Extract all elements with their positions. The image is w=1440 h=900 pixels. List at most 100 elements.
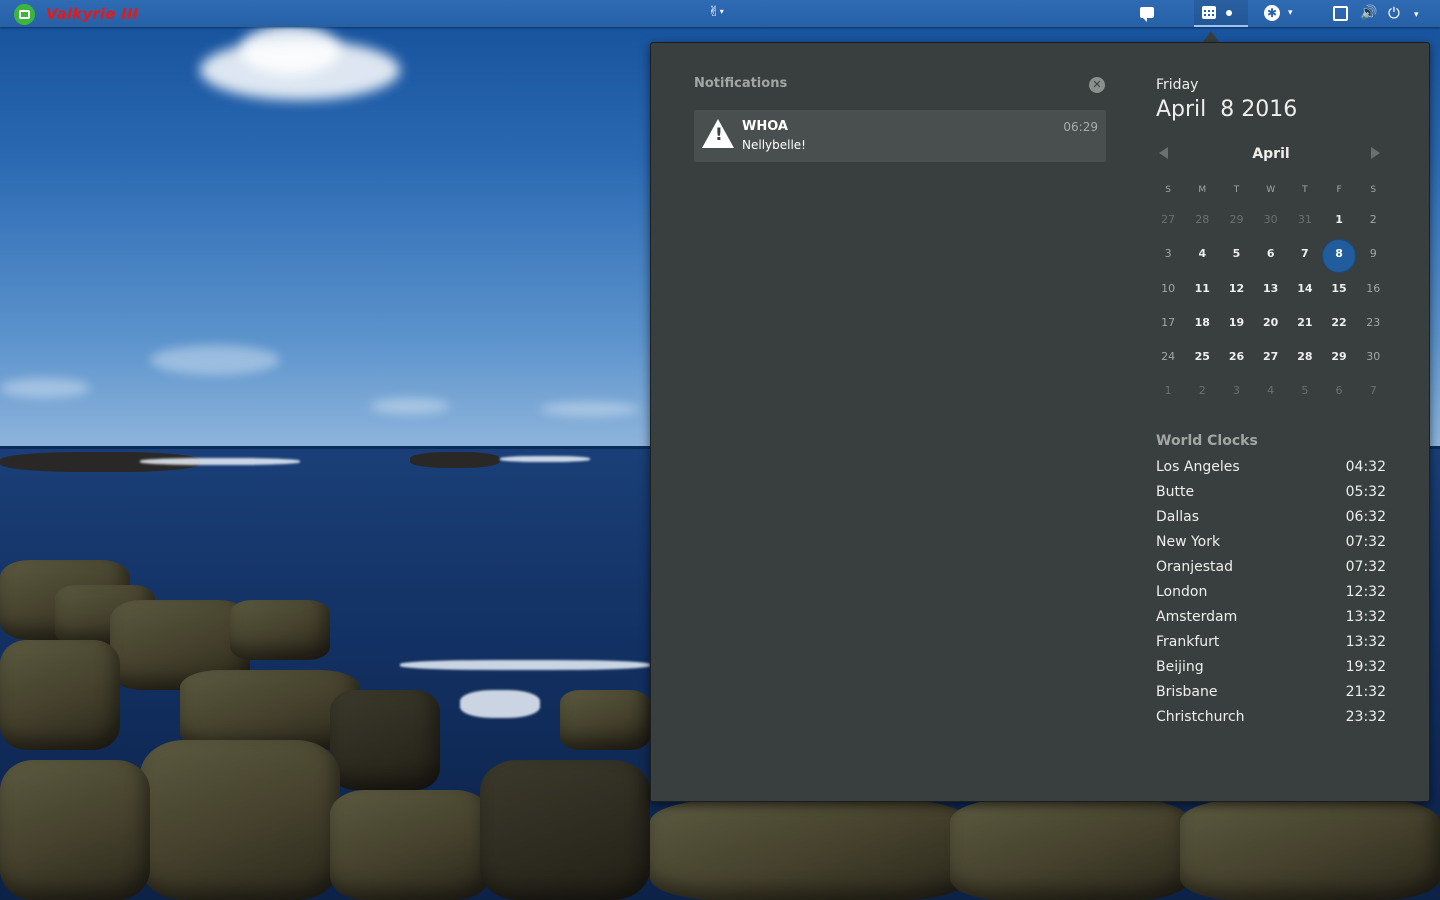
calendar-day[interactable]: 2 — [1185, 374, 1219, 408]
wallpaper-rock — [950, 800, 1190, 900]
clear-notifications-button[interactable]: ✕ — [1089, 77, 1105, 93]
calendar-day[interactable]: 5 — [1288, 374, 1322, 408]
calendar-day[interactable]: 12 — [1219, 272, 1253, 306]
world-clock-city: Frankfurt — [1156, 634, 1220, 650]
full-date[interactable]: April 8 2016 — [1156, 97, 1297, 122]
calendar-day[interactable]: 29 — [1219, 203, 1253, 237]
world-clock-city: New York — [1156, 534, 1221, 550]
calendar-day[interactable]: 13 — [1254, 272, 1288, 306]
calendar-day[interactable]: 14 — [1288, 272, 1322, 306]
power-icon[interactable]: ⏻ — [1388, 4, 1400, 22]
calendar-day[interactable]: 29 — [1322, 340, 1356, 374]
calendar-day[interactable]: 1 — [1322, 203, 1356, 237]
world-clock-time: 07:32 — [1345, 559, 1386, 575]
calendar-weekday-header: S M T W T F S — [1151, 177, 1391, 203]
message-tray-popover: Notifications ✕ ! WHOA Nellybelle! 06:29… — [650, 42, 1430, 802]
calendar-day[interactable]: 11 — [1185, 272, 1219, 306]
world-clock-row: Butte 05:32 — [1156, 480, 1386, 505]
calendar-day[interactable]: 31 — [1288, 203, 1322, 237]
wallpaper-cloud — [240, 25, 340, 75]
world-clock-row: Beijing 19:32 — [1156, 655, 1386, 680]
calendar-week-row: 1234567 — [1151, 374, 1391, 408]
notification-summary: WHOA — [742, 119, 788, 134]
world-clock-row: London 12:32 — [1156, 580, 1386, 605]
wallpaper-rock — [0, 760, 150, 900]
calendar-month: April — [1252, 146, 1290, 162]
calendar-day[interactable]: 16 — [1356, 272, 1390, 306]
world-clock-time: 04:32 — [1345, 459, 1386, 475]
previous-month-icon[interactable] — [1159, 147, 1168, 159]
calendar-day[interactable]: 15 — [1322, 272, 1356, 306]
wallpaper-rock — [330, 690, 440, 790]
calendar-day[interactable]: 21 — [1288, 306, 1322, 340]
wallpaper-foam — [460, 690, 540, 718]
world-clocks-title[interactable]: World Clocks — [1156, 433, 1258, 449]
calendar-day[interactable]: 10 — [1151, 272, 1185, 306]
gnome-foot-indicator[interactable]: ✌▾ — [708, 4, 724, 20]
calendar-day[interactable]: 2 — [1356, 203, 1390, 237]
notification-item[interactable]: ! WHOA Nellybelle! 06:29 — [694, 110, 1106, 162]
calendar-day[interactable]: 27 — [1151, 203, 1185, 237]
calendar-day[interactable]: 26 — [1219, 340, 1253, 374]
calendar-day[interactable]: 22 — [1322, 306, 1356, 340]
calendar-day[interactable]: 20 — [1254, 306, 1288, 340]
world-clock-time: 05:32 — [1345, 484, 1386, 500]
calendar-day[interactable]: 5 — [1219, 237, 1253, 271]
gnome-foot-icon: ✌ — [708, 4, 720, 20]
calendar-day[interactable]: 19 — [1219, 306, 1253, 340]
world-clock-row: Dallas 06:32 — [1156, 505, 1386, 530]
calendar-day[interactable]: 30 — [1356, 340, 1390, 374]
world-clock-time: 13:32 — [1345, 609, 1386, 625]
calendar-day[interactable]: 4 — [1254, 374, 1288, 408]
calendar-day[interactable]: 28 — [1185, 203, 1219, 237]
wallpaper-reef — [410, 452, 500, 468]
unread-notification-dot — [1226, 10, 1232, 16]
window-switcher-icon[interactable] — [1333, 6, 1348, 21]
accessibility-icon: ✱ — [1264, 5, 1280, 21]
wallpaper-foam — [400, 660, 650, 670]
calendar-day[interactable]: 6 — [1322, 374, 1356, 408]
calendar-day-today[interactable]: 8 — [1322, 237, 1357, 274]
calendar-day[interactable]: 7 — [1288, 237, 1322, 271]
wallpaper-rock — [230, 600, 330, 660]
calendar-day[interactable]: 28 — [1288, 340, 1322, 374]
world-clock-city: Butte — [1156, 484, 1195, 500]
world-clock-city: Dallas — [1156, 509, 1200, 525]
chevron-down-icon[interactable]: ▾ — [1414, 6, 1419, 24]
world-clock-row: Frankfurt 13:32 — [1156, 630, 1386, 655]
accessibility-menu[interactable]: ✱ ▾ — [1264, 4, 1293, 22]
app-menu[interactable]: Valkyrie III — [14, 3, 139, 25]
world-clock-time: 21:32 — [1345, 684, 1386, 700]
calendar-day[interactable]: 1 — [1151, 374, 1185, 408]
calendar-day[interactable]: 25 — [1185, 340, 1219, 374]
calendar-day[interactable]: 3 — [1219, 374, 1253, 408]
chat-icon[interactable] — [1140, 7, 1154, 22]
calendar-day[interactable]: 9 — [1356, 237, 1390, 271]
calendar-day[interactable]: 30 — [1254, 203, 1288, 237]
world-clock-row: Los Angeles 04:32 — [1156, 455, 1386, 480]
calendar-day[interactable]: 3 — [1151, 237, 1185, 271]
calendar-day[interactable]: 6 — [1254, 237, 1288, 271]
world-clock-time: 06:32 — [1345, 509, 1386, 525]
calendar-day[interactable]: 24 — [1151, 340, 1185, 374]
calendar-week-row: 10 11 12 13 14 15 16 — [1151, 272, 1391, 306]
calendar-day[interactable]: 7 — [1356, 374, 1390, 408]
calendar-day[interactable]: 4 — [1185, 237, 1219, 271]
wallpaper-rock — [0, 640, 120, 750]
calendar-icon — [1202, 6, 1216, 19]
volume-icon[interactable]: 🔊 — [1360, 4, 1377, 22]
calendar-day[interactable]: 18 — [1185, 306, 1219, 340]
world-clock-city: London — [1156, 584, 1208, 600]
wallpaper-rock — [650, 800, 970, 900]
world-clocks-list: Los Angeles 04:32 Butte 05:32 Dallas 06:32 New… — [1156, 455, 1386, 730]
world-clock-time: 23:32 — [1345, 709, 1386, 725]
weekday-label: M — [1198, 185, 1207, 195]
calendar-day[interactable]: 27 — [1254, 340, 1288, 374]
calendar-grid: S M T W T F S 27 28 29 30 31 1 2 3 4 5 6 7 8 9 10 11 12 1… — [1151, 177, 1391, 409]
calendar-day[interactable]: 17 — [1151, 306, 1185, 340]
calendar-week-row: 3456789 — [1151, 237, 1391, 274]
calendar-day[interactable]: 23 — [1356, 306, 1390, 340]
clock-calendar-button[interactable] — [1194, 0, 1248, 27]
world-clock-time: 07:32 — [1345, 534, 1386, 550]
next-month-icon[interactable] — [1371, 147, 1380, 159]
